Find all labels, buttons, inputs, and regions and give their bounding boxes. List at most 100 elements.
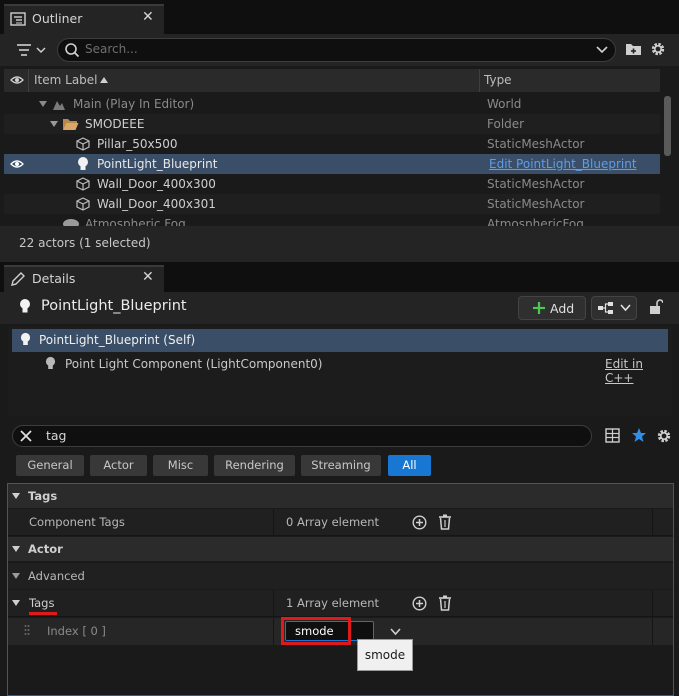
highlight-annotation bbox=[281, 617, 351, 645]
add-element-icon[interactable] bbox=[412, 596, 427, 611]
array-count: 1 Array element bbox=[286, 596, 380, 610]
subsection-advanced[interactable]: Advanced bbox=[8, 563, 673, 589]
section-tags[interactable]: Tags bbox=[8, 484, 673, 508]
column-type[interactable]: Type bbox=[484, 73, 512, 87]
outliner-row[interactable]: Main (Play In Editor) World bbox=[4, 94, 660, 114]
subsection-label: Advanced bbox=[28, 569, 85, 583]
blueprint-options-button[interactable] bbox=[591, 296, 637, 320]
trash-icon[interactable] bbox=[438, 514, 452, 530]
chevron-down-icon bbox=[620, 304, 631, 312]
tab-streaming[interactable]: Streaming bbox=[301, 455, 381, 476]
expand-arrow-icon bbox=[12, 546, 20, 552]
static-mesh-icon bbox=[76, 177, 90, 191]
lightbulb-icon bbox=[20, 332, 31, 347]
edit-in-cpp-link[interactable]: Edit in C++ bbox=[605, 357, 668, 385]
outliner-search-input[interactable]: Search... bbox=[57, 38, 616, 62]
actor-name: PointLight_Blueprint bbox=[41, 298, 187, 314]
outliner-status-bar: 22 actors (1 selected) bbox=[0, 226, 679, 262]
row-label: Main (Play In Editor) bbox=[73, 97, 195, 111]
section-label: Actor bbox=[28, 542, 63, 556]
tags-underline-annotation bbox=[29, 612, 57, 615]
search-value: tag bbox=[46, 428, 67, 443]
outliner-row-selected[interactable]: PointLight_Blueprint Edit PointLight_Blu… bbox=[4, 154, 660, 174]
outliner-tab-title: Outliner bbox=[32, 11, 83, 26]
row-label: Wall_Door_400x301 bbox=[97, 197, 216, 211]
tab-details[interactable]: Details ✕ bbox=[4, 265, 164, 292]
drag-handle-icon[interactable] bbox=[24, 624, 30, 638]
row-label: Pillar_50x500 bbox=[97, 137, 178, 151]
plus-icon bbox=[532, 301, 546, 315]
edit-blueprint-link[interactable]: Edit PointLight_Blueprint bbox=[489, 157, 637, 171]
table-view-icon[interactable] bbox=[605, 428, 620, 443]
sort-ascending-icon[interactable] bbox=[100, 77, 108, 83]
tab-rendering[interactable]: Rendering bbox=[214, 455, 295, 476]
row-type: StaticMeshActor bbox=[487, 197, 585, 211]
outliner-row[interactable]: SMODEEE Folder bbox=[4, 114, 660, 134]
actor-count: 22 actors (1 selected) bbox=[19, 236, 151, 250]
index-label: Index [ 0 ] bbox=[47, 624, 106, 638]
outliner-row[interactable]: Pillar_50x500 StaticMeshActor bbox=[4, 134, 660, 154]
expand-arrow-icon[interactable] bbox=[12, 600, 20, 606]
property-row-tags: Tags 1 Array element bbox=[8, 590, 673, 617]
add-label: Add bbox=[550, 301, 575, 316]
pencil-icon bbox=[10, 271, 26, 287]
lock-icon[interactable] bbox=[649, 299, 663, 315]
add-folder-icon[interactable] bbox=[625, 41, 642, 57]
outliner-row[interactable]: Wall_Door_400x300 StaticMeshActor bbox=[4, 174, 660, 194]
property-row-component-tags: Component Tags 0 Array element bbox=[8, 509, 673, 536]
component-label: Point Light Component (LightComponent0) bbox=[65, 357, 323, 371]
chevron-down-icon[interactable] bbox=[596, 45, 608, 55]
component-self-label: PointLight_Blueprint (Self) bbox=[39, 333, 196, 347]
star-icon[interactable] bbox=[631, 427, 647, 443]
search-placeholder: Search... bbox=[85, 42, 138, 56]
outliner-scrollbar[interactable] bbox=[664, 96, 671, 156]
gear-icon[interactable] bbox=[650, 41, 666, 57]
static-mesh-icon bbox=[76, 137, 90, 151]
close-icon[interactable]: ✕ bbox=[142, 269, 154, 285]
blueprint-hierarchy-icon bbox=[597, 301, 615, 315]
clear-icon[interactable] bbox=[19, 429, 33, 443]
outliner-panel: Outliner ✕ Search... Item Label Type Mai… bbox=[0, 0, 679, 262]
tab-misc[interactable]: Misc bbox=[153, 455, 208, 476]
outliner-row-partial[interactable]: Atmospheric Fog AtmosphericFog bbox=[4, 214, 660, 226]
component-self-row[interactable]: PointLight_Blueprint (Self) bbox=[12, 329, 668, 352]
gear-icon[interactable] bbox=[656, 428, 672, 444]
folder-icon bbox=[62, 117, 79, 131]
row-type: StaticMeshActor bbox=[487, 137, 585, 151]
tab-all[interactable]: All bbox=[388, 455, 431, 476]
lightbulb-icon bbox=[45, 356, 56, 371]
trash-icon[interactable] bbox=[438, 595, 452, 611]
expand-arrow-icon[interactable] bbox=[50, 121, 58, 127]
row-label: SMODEEE bbox=[85, 117, 145, 131]
expand-arrow-icon bbox=[12, 573, 20, 579]
expand-arrow-icon[interactable] bbox=[39, 101, 47, 107]
static-mesh-icon bbox=[76, 197, 90, 211]
expand-arrow-icon bbox=[12, 493, 20, 499]
visibility-eye-icon[interactable] bbox=[10, 75, 24, 85]
chevron-down-icon[interactable] bbox=[390, 628, 401, 636]
component-row[interactable]: Point Light Component (LightComponent0) … bbox=[12, 353, 668, 385]
filter-icon[interactable] bbox=[16, 42, 46, 58]
lightbulb-icon bbox=[19, 298, 31, 315]
row-label: Wall_Door_400x300 bbox=[97, 177, 216, 191]
outliner-row[interactable]: Wall_Door_400x301 StaticMeshActor bbox=[4, 194, 660, 214]
world-icon bbox=[52, 97, 66, 111]
property-label: Component Tags bbox=[29, 515, 125, 529]
column-item-label[interactable]: Item Label bbox=[34, 73, 98, 87]
cloud-icon bbox=[62, 217, 80, 226]
add-element-icon[interactable] bbox=[412, 515, 427, 530]
details-search-input[interactable]: tag bbox=[12, 425, 592, 447]
visibility-eye-icon[interactable] bbox=[10, 159, 24, 169]
lightbulb-icon bbox=[77, 156, 89, 172]
add-component-button[interactable]: Add bbox=[518, 296, 586, 320]
tab-actor[interactable]: Actor bbox=[90, 455, 147, 476]
section-actor[interactable]: Actor bbox=[8, 537, 673, 561]
tooltip: smode bbox=[357, 639, 413, 671]
tab-outliner[interactable]: Outliner ✕ bbox=[4, 4, 164, 34]
tab-general[interactable]: General bbox=[16, 455, 84, 476]
close-icon[interactable]: ✕ bbox=[142, 9, 154, 25]
row-type: AtmosphericFog bbox=[487, 217, 584, 226]
row-type: Folder bbox=[487, 117, 525, 131]
outliner-column-header: Item Label Type bbox=[4, 69, 660, 92]
row-type: World bbox=[487, 97, 522, 111]
